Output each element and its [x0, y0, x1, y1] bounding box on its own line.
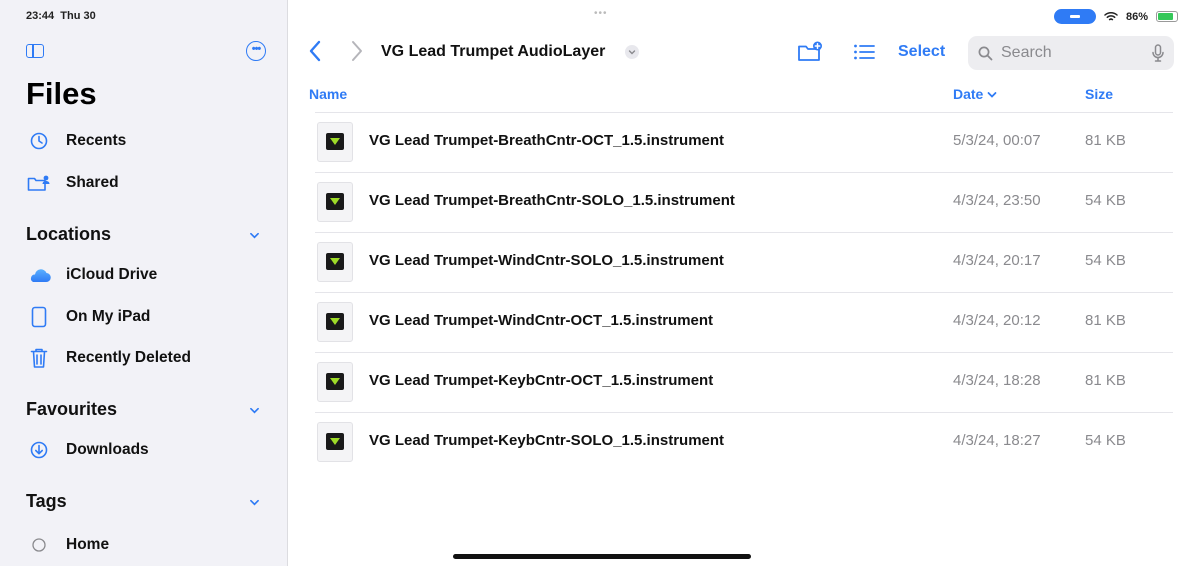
file-row[interactable]: VG Lead Trumpet-KeybCntr-SOLO_1.5.instru… [309, 412, 1173, 472]
file-date: 4/3/24, 18:27 [953, 432, 1041, 449]
search-icon [978, 46, 993, 60]
instrument-file-icon [317, 242, 353, 282]
search-input[interactable] [999, 43, 1153, 63]
file-date: 4/3/24, 23:50 [953, 192, 1041, 209]
microphone-icon[interactable] [1152, 44, 1164, 62]
chevron-down-icon[interactable] [250, 406, 259, 415]
wifi-icon [1104, 11, 1118, 21]
sidebar-item-label: iCloud Drive [66, 266, 158, 283]
status-day: Thu 30 [60, 10, 96, 22]
instrument-file-icon [317, 362, 353, 402]
file-name: VG Lead Trumpet-WindCntr-OCT_1.5.instrum… [369, 312, 714, 329]
file-size: 54 KB [1085, 192, 1126, 209]
multitasking-dots[interactable]: ••• [594, 8, 608, 19]
instrument-badge-icon [326, 433, 344, 450]
sidebar-item-recently-deleted[interactable]: Recently Deleted [26, 344, 191, 372]
sidebar-item-label: Home [66, 536, 110, 553]
title-menu-button[interactable] [625, 45, 639, 59]
battery-percent: 86% [1125, 10, 1148, 23]
status-time-date: 23:44 Thu 30 [26, 10, 96, 22]
file-name: VG Lead Trumpet-BreathCntr-SOLO_1.5.inst… [369, 192, 735, 209]
file-name: VG Lead Trumpet-KeybCntr-SOLO_1.5.instru… [369, 432, 725, 449]
instrument-file-icon [317, 122, 353, 162]
file-size: 81 KB [1085, 372, 1126, 389]
sidebar-item-label: Recents [66, 132, 127, 149]
sidebar-toggle-icon[interactable] [26, 44, 44, 58]
cloud-icon [26, 264, 52, 286]
instrument-file-icon [317, 182, 353, 222]
file-date: 4/3/24, 20:17 [953, 252, 1041, 269]
list-view-icon[interactable] [853, 43, 875, 61]
page-title: Files [26, 76, 97, 111]
file-row[interactable]: VG Lead Trumpet-BreathCntr-OCT_1.5.instr… [309, 112, 1173, 172]
status-time: 23:44 [26, 10, 55, 22]
instrument-file-icon [317, 302, 353, 342]
file-name: VG Lead Trumpet-WindCntr-SOLO_1.5.instru… [369, 252, 724, 269]
file-date: 5/3/24, 00:07 [953, 132, 1041, 149]
favourites-heading[interactable]: Favourites [26, 399, 117, 420]
forward-chevron-icon[interactable] [351, 40, 363, 62]
column-header-name[interactable]: Name [309, 86, 347, 102]
download-icon [26, 439, 52, 461]
file-row[interactable]: VG Lead Trumpet-WindCntr-OCT_1.5.instrum… [309, 292, 1173, 352]
battery-icon [1156, 11, 1178, 22]
sidebar-item-label: Recently Deleted [66, 349, 191, 366]
sidebar-item-label: Shared [66, 174, 119, 191]
file-size: 81 KB [1085, 132, 1126, 149]
status-indicators: 86% [1053, 9, 1178, 24]
sidebar-item-downloads[interactable]: Downloads [26, 436, 149, 464]
new-folder-icon[interactable] [797, 41, 823, 63]
folder-title[interactable]: VG Lead Trumpet AudioLayer [381, 43, 605, 61]
instrument-badge-icon [326, 253, 344, 270]
sidebar-item-on-my-ipad[interactable]: On My iPad [26, 303, 150, 331]
sidebar-item-label: On My iPad [66, 308, 151, 325]
tags-heading[interactable]: Tags [26, 491, 67, 512]
file-date: 4/3/24, 20:12 [953, 312, 1041, 329]
sidebar-item-icloud-drive[interactable]: iCloud Drive [26, 261, 157, 289]
shared-folder-icon [26, 172, 52, 194]
chevron-down-icon[interactable] [250, 231, 259, 240]
sidebar-item-recents[interactable]: Recents [26, 127, 126, 155]
trash-icon [26, 347, 52, 369]
instrument-badge-icon [326, 133, 344, 150]
search-field[interactable] [968, 36, 1174, 70]
home-indicator[interactable] [453, 554, 751, 559]
screen-recording-pill-icon [1053, 9, 1096, 24]
tag-circle-icon [26, 534, 52, 556]
file-size: 54 KB [1085, 252, 1126, 269]
instrument-badge-icon [326, 193, 344, 210]
chevron-down-icon[interactable] [250, 498, 259, 507]
sidebar-item-tag-home[interactable]: Home [26, 531, 109, 559]
file-row[interactable]: VG Lead Trumpet-BreathCntr-SOLO_1.5.inst… [309, 172, 1173, 232]
more-options-icon[interactable]: ••• [246, 41, 266, 61]
file-row[interactable]: VG Lead Trumpet-WindCntr-SOLO_1.5.instru… [309, 232, 1173, 292]
clock-icon [26, 130, 52, 152]
sidebar-item-shared[interactable]: Shared [26, 169, 119, 197]
instrument-badge-icon [326, 373, 344, 390]
column-header-date-label: Date [953, 86, 984, 102]
locations-heading[interactable]: Locations [26, 224, 111, 245]
sidebar-item-label: Downloads [66, 441, 149, 458]
file-size: 54 KB [1085, 432, 1126, 449]
sort-chevron-down-icon [987, 92, 997, 98]
chevron-down-icon [628, 50, 636, 55]
file-date: 4/3/24, 18:28 [953, 372, 1041, 389]
instrument-file-icon [317, 422, 353, 462]
file-name: VG Lead Trumpet-BreathCntr-OCT_1.5.instr… [369, 132, 725, 149]
column-header-size[interactable]: Size [1085, 86, 1113, 102]
column-header-date[interactable]: Date [953, 86, 997, 102]
file-row[interactable]: VG Lead Trumpet-KeybCntr-OCT_1.5.instrum… [309, 352, 1173, 412]
file-name: VG Lead Trumpet-KeybCntr-OCT_1.5.instrum… [369, 372, 714, 389]
file-size: 81 KB [1085, 312, 1126, 329]
file-browser: ••• 86% VG Lead Trumpet AudioLayer Selec… [289, 0, 1188, 566]
select-button[interactable]: Select [898, 43, 945, 61]
instrument-badge-icon [326, 313, 344, 330]
back-chevron-icon[interactable] [309, 40, 321, 62]
sidebar: 23:44 Thu 30 ••• Files Recents Shared Lo… [0, 0, 288, 566]
ipad-icon [26, 306, 52, 328]
